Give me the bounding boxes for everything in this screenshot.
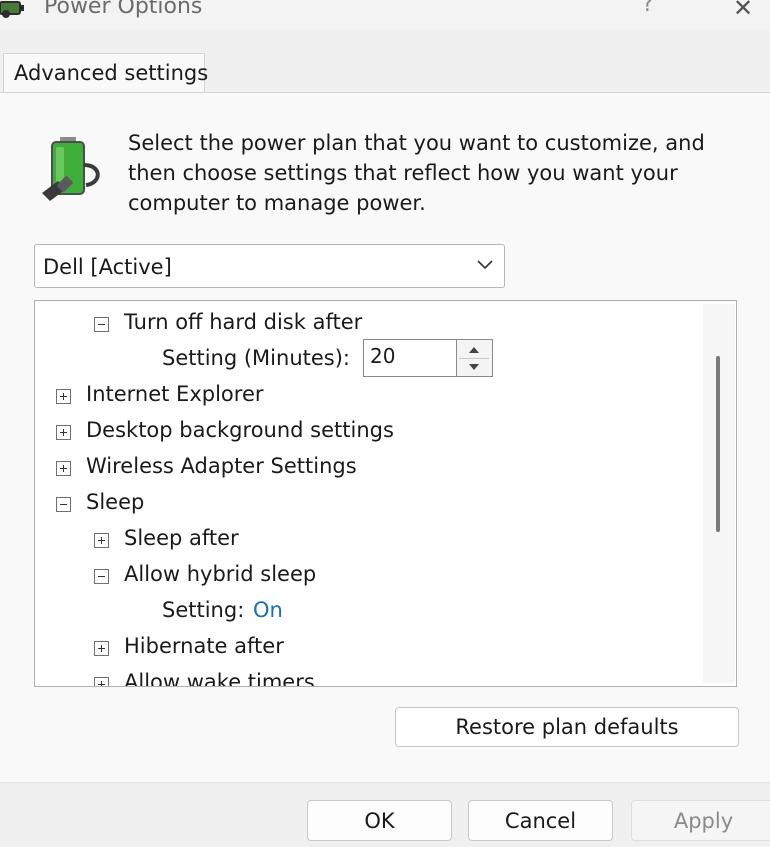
restore-plan-defaults-button[interactable]: Restore plan defaults xyxy=(395,707,739,747)
tree-item-allow-hybrid-sleep: Allow hybrid sleep xyxy=(35,557,695,591)
expand-icon[interactable] xyxy=(56,389,71,404)
tree-item-turn-off-hard-disk: Turn off hard disk after xyxy=(35,305,695,339)
collapse-icon[interactable] xyxy=(56,497,71,512)
scrollbar-thumb[interactable] xyxy=(716,356,720,532)
arrow-up-icon xyxy=(469,347,479,353)
tab-advanced-settings[interactable]: Advanced settings xyxy=(3,53,208,93)
tree-item-sleep: Sleep xyxy=(35,485,695,519)
tree-item-label[interactable]: Allow hybrid sleep xyxy=(124,557,316,591)
tree-item-hybrid-sleep-setting: Setting: On xyxy=(35,593,695,627)
expand-icon[interactable] xyxy=(94,677,109,686)
title-bar: Power Options ? ✕ xyxy=(0,0,770,30)
tree-scrollbar[interactable] xyxy=(703,304,735,683)
close-button[interactable]: ✕ xyxy=(728,0,758,22)
chevron-down-icon xyxy=(477,260,493,270)
tree-item-label[interactable]: Turn off hard disk after xyxy=(124,305,362,339)
tree-item-label[interactable]: Hibernate after xyxy=(124,629,284,663)
help-button[interactable]: ? xyxy=(642,0,654,17)
window-title: Power Options xyxy=(44,0,203,19)
tree-item-label[interactable]: Sleep after xyxy=(124,521,239,555)
tree-item-label[interactable]: Desktop background settings xyxy=(86,413,394,447)
tree-item-wireless-adapter: Wireless Adapter Settings xyxy=(35,449,695,483)
tree-item-desktop-background: Desktop background settings xyxy=(35,413,695,447)
collapse-icon[interactable] xyxy=(94,317,109,332)
decrement-button[interactable] xyxy=(459,359,489,375)
tree-item-label[interactable]: Allow wake timers xyxy=(124,665,315,686)
battery-plug-icon xyxy=(42,137,100,201)
expand-icon[interactable] xyxy=(94,641,109,656)
tree-item-internet-explorer: Internet Explorer xyxy=(35,377,695,411)
tree-item-hibernate-after: Hibernate after xyxy=(35,629,695,663)
ok-button[interactable]: OK xyxy=(307,800,452,841)
arrow-down-icon xyxy=(469,364,479,370)
tree-item-label[interactable]: Internet Explorer xyxy=(86,377,264,411)
power-options-icon xyxy=(0,1,24,18)
collapse-icon[interactable] xyxy=(94,569,109,584)
minutes-spinner xyxy=(457,339,493,377)
tree-item-label[interactable]: Wireless Adapter Settings xyxy=(86,449,357,483)
expand-icon[interactable] xyxy=(56,425,71,440)
tree-item-sleep-after: Sleep after xyxy=(35,521,695,555)
setting-label: Setting: xyxy=(162,598,245,622)
increment-button[interactable] xyxy=(459,342,489,359)
apply-button[interactable]: Apply xyxy=(631,800,770,841)
cancel-button[interactable]: Cancel xyxy=(468,800,613,841)
tree-item-label[interactable]: Sleep xyxy=(86,485,144,519)
minutes-input[interactable]: 20 xyxy=(363,339,457,377)
setting-minutes-label: Setting (Minutes): xyxy=(162,346,350,370)
power-plan-select[interactable]: Dell [Active] xyxy=(34,244,505,288)
intro-text: Select the power plan that you want to c… xyxy=(128,131,705,215)
tree-item-allow-wake-timers: Allow wake timers xyxy=(35,665,695,686)
expand-icon[interactable] xyxy=(56,461,71,476)
settings-tree[interactable]: Turn off hard disk after Setting (Minute… xyxy=(34,300,737,687)
power-plan-value: Dell [Active] xyxy=(43,255,172,279)
setting-value-link[interactable]: On xyxy=(253,593,283,627)
expand-icon[interactable] xyxy=(94,533,109,548)
